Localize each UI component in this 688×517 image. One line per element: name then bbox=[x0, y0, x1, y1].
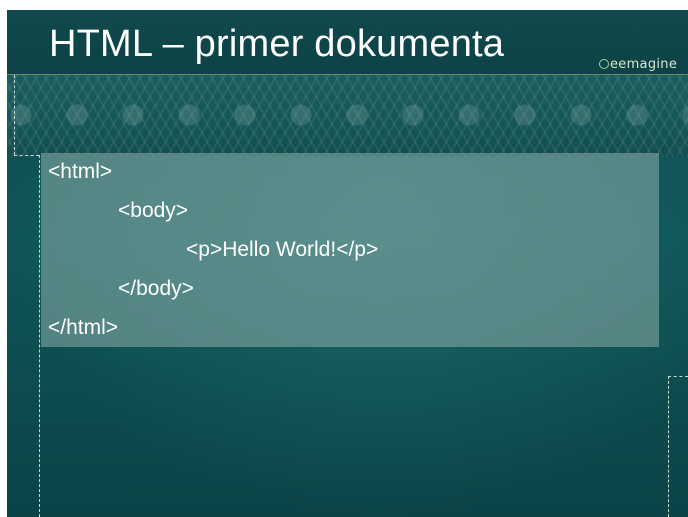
placeholder-guide-left bbox=[39, 155, 40, 517]
code-line-html-open: <html> bbox=[48, 160, 113, 183]
eemagine-logo-icon bbox=[599, 59, 609, 69]
code-line-body-open: <body> bbox=[118, 199, 189, 222]
placeholder-guide-top bbox=[14, 155, 39, 156]
decorative-ornament-band bbox=[7, 75, 688, 157]
code-line-html-close: </html> bbox=[48, 316, 119, 339]
placeholder-guide-right bbox=[668, 376, 669, 517]
logo-text: eemagine bbox=[610, 57, 678, 72]
brand-logo: eemagine bbox=[599, 57, 677, 72]
placeholder-guide-right-top bbox=[668, 376, 688, 377]
code-line-body-close: </body> bbox=[118, 277, 194, 300]
presentation-slide: HTML – primer dokumenta eemagine <html> … bbox=[7, 10, 688, 517]
placeholder-guide-left-upper bbox=[14, 75, 15, 155]
slide-title: HTML – primer dokumenta bbox=[49, 23, 505, 65]
code-example-box: <html> <body> <p>Hello World!</p> </body… bbox=[41, 153, 659, 347]
code-line-paragraph: <p>Hello World!</p> bbox=[186, 238, 379, 261]
